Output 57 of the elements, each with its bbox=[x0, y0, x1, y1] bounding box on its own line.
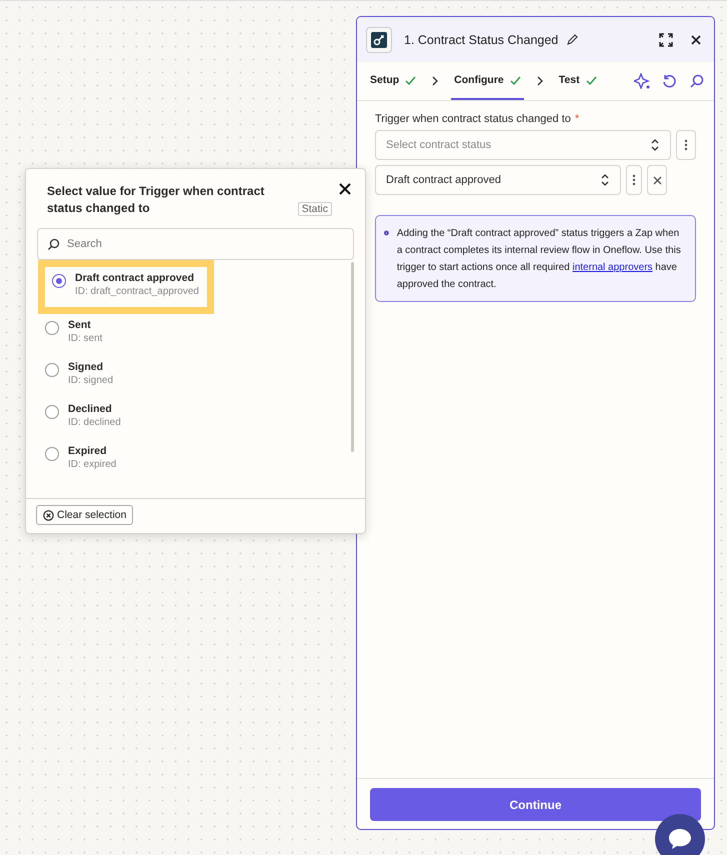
option-item[interactable]: Expired ID: expired bbox=[38, 440, 124, 482]
option-id: ID: signed bbox=[68, 375, 114, 386]
step-tab[interactable]: Configure bbox=[451, 62, 524, 100]
clear-circle-icon bbox=[43, 510, 54, 520]
kebab-icon bbox=[684, 139, 688, 151]
step-tab[interactable]: Setup bbox=[367, 62, 420, 100]
more-options-button[interactable] bbox=[626, 165, 642, 195]
radio-button[interactable] bbox=[45, 447, 59, 461]
kebab-icon bbox=[632, 174, 636, 186]
pencil-icon[interactable] bbox=[566, 33, 580, 46]
close-icon[interactable] bbox=[690, 34, 702, 46]
undo-icon[interactable] bbox=[662, 74, 677, 88]
radio-button[interactable] bbox=[45, 405, 59, 419]
sparkle-icon[interactable] bbox=[634, 73, 650, 89]
option-label: Draft contract approved bbox=[75, 272, 196, 284]
radio-button[interactable] bbox=[45, 321, 59, 335]
option-id: ID: expired bbox=[68, 459, 116, 470]
option-id: ID: draft_contract_approved bbox=[75, 286, 199, 297]
option-item[interactable]: Draft contract approved ID: draft_contract_approved bbox=[38, 260, 214, 314]
radio-button[interactable] bbox=[45, 363, 59, 377]
remove-button[interactable] bbox=[647, 165, 667, 195]
scrollbar[interactable] bbox=[351, 262, 354, 452]
updown-chevron-icon bbox=[600, 173, 610, 187]
option-label: Signed bbox=[68, 361, 104, 373]
panel-title: 1. Contract Status Changed bbox=[404, 32, 558, 46]
option-label: Expired bbox=[68, 445, 108, 457]
check-icon bbox=[510, 76, 521, 84]
internal-approvers-link[interactable]: internal approvers bbox=[572, 262, 653, 273]
option-item[interactable]: Sent ID: sent bbox=[38, 314, 110, 356]
static-badge: Static bbox=[298, 202, 332, 216]
field-label: Trigger when contract status changed to * bbox=[375, 113, 580, 125]
option-id: ID: declined bbox=[68, 417, 121, 428]
option-item[interactable]: Signed ID: signed bbox=[38, 356, 120, 398]
continue-button[interactable]: Continue bbox=[370, 788, 701, 821]
clear-selection-button[interactable]: Clear selection bbox=[36, 505, 134, 525]
chevron-right-icon bbox=[431, 76, 440, 86]
status-select[interactable]: Draft contract approved bbox=[375, 165, 621, 195]
search-icon[interactable] bbox=[689, 74, 704, 88]
app-logo-icon bbox=[366, 26, 392, 52]
required-mark: * bbox=[574, 113, 580, 125]
option-item[interactable]: Declined ID: declined bbox=[38, 398, 128, 440]
close-icon bbox=[652, 176, 662, 184]
search-field[interactable]: Search bbox=[37, 228, 354, 260]
expand-icon[interactable] bbox=[658, 32, 674, 48]
popup-title: Select value for Trigger when contract status changed to bbox=[47, 183, 266, 217]
option-label: Declined bbox=[68, 403, 113, 415]
check-icon bbox=[586, 76, 597, 84]
step-tab[interactable]: Test bbox=[556, 62, 600, 100]
updown-chevron-icon bbox=[650, 138, 660, 152]
radio-button[interactable] bbox=[52, 274, 66, 288]
close-icon[interactable] bbox=[339, 183, 351, 195]
option-label: Sent bbox=[68, 319, 92, 331]
chevron-right-icon bbox=[536, 76, 544, 86]
option-id: ID: sent bbox=[68, 333, 102, 344]
check-icon bbox=[405, 76, 416, 84]
speech-bubble-icon bbox=[667, 827, 693, 851]
info-text: Adding the “Draft contract approved” status triggers a Zap when a contract completes its internal review flow in Oneflow. Use this trigger to start actions once all required internal approvers have approved the contract. bbox=[396, 227, 682, 292]
